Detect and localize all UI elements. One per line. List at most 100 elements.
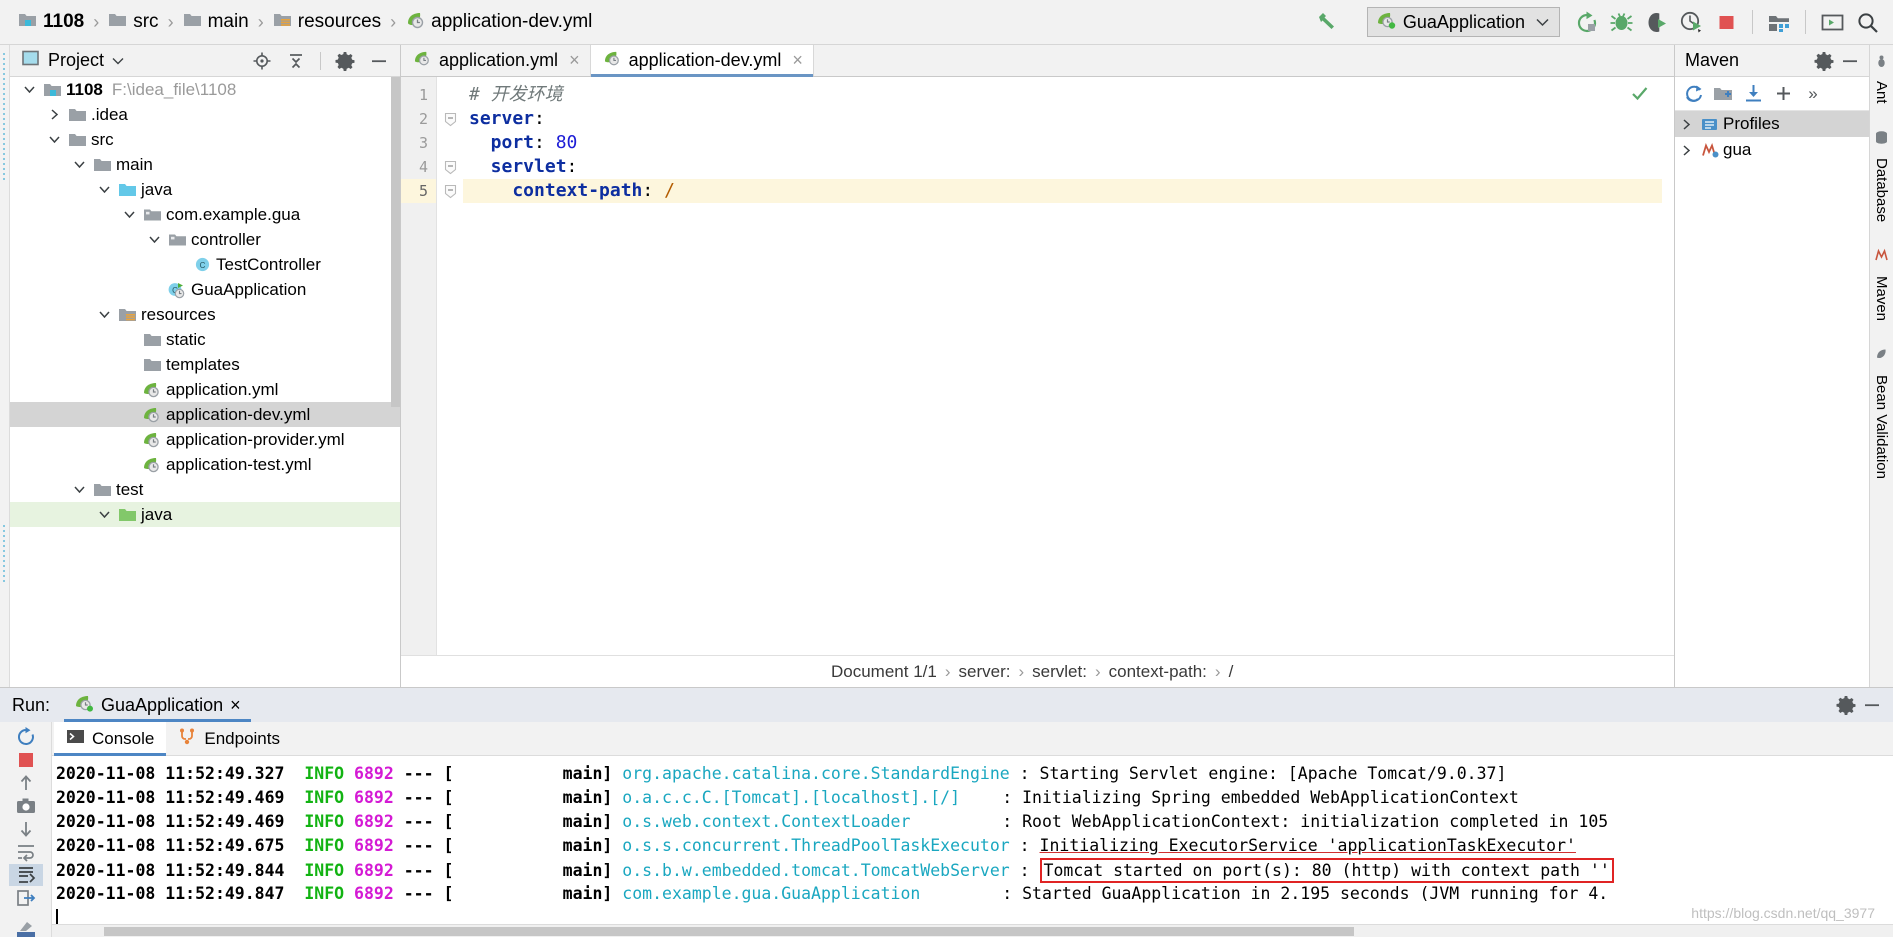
project-tree[interactable]: 1108 F:\idea_file\1108 .idea src main java com… xyxy=(10,77,400,687)
chevron-down-icon[interactable] xyxy=(118,209,140,220)
breadcrumb-item-main[interactable]: main xyxy=(179,9,253,35)
tool-tab-ant[interactable]: Ant xyxy=(1870,75,1893,110)
debug-button[interactable] xyxy=(1605,6,1637,38)
tree-row[interactable]: src xyxy=(10,127,400,152)
code-line[interactable]: server: xyxy=(463,107,1662,131)
chevron-down-icon[interactable] xyxy=(68,159,90,170)
breadcrumb-item[interactable]: context-path: xyxy=(1109,662,1207,682)
run-configuration-selector[interactable]: GuaApplication xyxy=(1366,7,1560,37)
tree-row[interactable]: java xyxy=(10,502,400,527)
fold-collapse-icon[interactable] xyxy=(437,179,463,203)
tool-tab-database[interactable]: Database xyxy=(1870,152,1893,228)
tool-tab-bean-validation[interactable]: Bean Validation xyxy=(1870,369,1893,485)
profiler-button[interactable] xyxy=(1675,6,1707,38)
gear-icon[interactable] xyxy=(1811,49,1837,73)
chevron-down-icon[interactable] xyxy=(93,509,115,520)
run-tab-guaapplication[interactable]: GuaApplication × xyxy=(64,688,251,722)
breadcrumb-item-file[interactable]: application-dev.yml xyxy=(401,9,596,36)
tree-row[interactable]: C GuaApplication xyxy=(10,277,400,302)
chevron-right-icon[interactable] xyxy=(1675,118,1697,130)
breadcrumb-item-src[interactable]: src xyxy=(104,9,162,35)
terminal-button[interactable] xyxy=(1816,6,1848,38)
tab-application-dev-yml[interactable]: application-dev.yml × xyxy=(590,45,814,77)
chevron-right-icon[interactable] xyxy=(43,109,65,120)
tree-row[interactable]: 1108 F:\idea_file\1108 xyxy=(10,77,400,102)
gear-icon[interactable] xyxy=(1833,693,1859,717)
maven-tree-item-gua[interactable]: gua xyxy=(1675,137,1869,163)
close-icon[interactable]: × xyxy=(788,50,803,71)
fold-gutter[interactable] xyxy=(437,77,463,655)
stop-button[interactable] xyxy=(1710,6,1742,38)
database-icon[interactable] xyxy=(1873,128,1891,148)
tab-console[interactable]: Console xyxy=(54,722,167,756)
breadcrumb-item[interactable]: / xyxy=(1229,662,1234,682)
fold-collapse-icon[interactable] xyxy=(437,155,463,179)
scroll-up-icon[interactable] xyxy=(9,772,43,794)
run-with-coverage-button[interactable] xyxy=(1640,6,1672,38)
gear-icon[interactable] xyxy=(332,49,358,73)
hide-icon[interactable] xyxy=(1859,693,1885,717)
screenshot-icon[interactable] xyxy=(9,795,43,817)
fold-collapse-icon[interactable] xyxy=(437,107,463,131)
tree-row[interactable]: java xyxy=(10,177,400,202)
tree-row[interactable]: application-dev.yml xyxy=(10,402,400,427)
inspection-ok-icon[interactable] xyxy=(1631,85,1648,107)
breadcrumb-item-resources[interactable]: resources xyxy=(269,9,385,35)
build-icon[interactable] xyxy=(1311,6,1343,38)
tree-row[interactable]: controller xyxy=(10,227,400,252)
breadcrumb-item[interactable]: Document 1/1 xyxy=(831,662,937,682)
tab-application-yml[interactable]: application.yml × xyxy=(401,45,591,76)
rerun-button[interactable] xyxy=(1570,6,1602,38)
tab-endpoints[interactable]: Endpoints xyxy=(166,722,292,755)
tool-tab-maven[interactable]: Maven xyxy=(1870,270,1893,327)
clear-all-icon[interactable] xyxy=(9,918,43,937)
download-sources-icon[interactable] xyxy=(1739,80,1767,108)
breadcrumb-item[interactable]: servlet: xyxy=(1032,662,1087,682)
collapse-all-icon[interactable] xyxy=(283,49,309,73)
console-horizontal-scrollbar[interactable] xyxy=(52,924,1893,937)
code-line[interactable]: port: 80 xyxy=(463,131,1662,155)
search-everywhere-button[interactable] xyxy=(1851,6,1883,38)
tree-row[interactable]: templates xyxy=(10,352,400,377)
code-line[interactable]: # 开发环境 xyxy=(463,83,1662,107)
chevron-down-icon[interactable] xyxy=(93,309,115,320)
hide-icon[interactable] xyxy=(1837,49,1863,73)
chevron-down-icon[interactable] xyxy=(143,234,165,245)
breadcrumb-item[interactable]: server: xyxy=(959,662,1011,682)
project-structure-button[interactable] xyxy=(1763,6,1795,38)
bean-validation-icon[interactable] xyxy=(1873,345,1891,365)
close-icon[interactable]: × xyxy=(230,695,241,716)
chevron-down-icon[interactable] xyxy=(93,184,115,195)
tree-row[interactable]: application-test.yml xyxy=(10,452,400,477)
tree-row[interactable]: .idea xyxy=(10,102,400,127)
reload-icon[interactable] xyxy=(1679,80,1707,108)
chevron-down-icon[interactable] xyxy=(112,53,124,68)
tree-row[interactable]: static xyxy=(10,327,400,352)
close-icon[interactable]: × xyxy=(565,50,580,71)
project-tree-scrollbar[interactable] xyxy=(391,77,400,407)
tree-row[interactable]: main xyxy=(10,152,400,177)
maven-tree-item-profiles[interactable]: Profiles xyxy=(1675,111,1869,137)
tree-row[interactable]: resources xyxy=(10,302,400,327)
chevron-down-icon[interactable] xyxy=(1536,14,1549,31)
export-icon[interactable] xyxy=(9,887,43,909)
tree-row[interactable]: C TestController xyxy=(10,252,400,277)
console-output[interactable]: 2020-11-08 11:52:49.327 INFO 6892 --- [ … xyxy=(52,756,1893,925)
run-maven-goal-icon[interactable] xyxy=(1769,80,1797,108)
maven-tree[interactable]: Profiles gua xyxy=(1675,111,1869,687)
maven-icon[interactable] xyxy=(1873,246,1891,266)
chevron-down-icon[interactable] xyxy=(68,484,90,495)
tree-row[interactable]: com.example.gua xyxy=(10,202,400,227)
stop-icon[interactable] xyxy=(9,749,43,771)
chevron-down-icon[interactable] xyxy=(18,84,40,95)
add-maven-project-icon[interactable] xyxy=(1709,80,1737,108)
ant-icon[interactable] xyxy=(1873,51,1891,71)
tree-row[interactable]: application-provider.yml xyxy=(10,427,400,452)
chevron-down-icon[interactable] xyxy=(43,134,65,145)
hide-icon[interactable] xyxy=(366,49,392,73)
tree-row[interactable]: application.yml xyxy=(10,377,400,402)
code-editor[interactable]: 12345 # 开发环境 server: port: 80 servlet: co… xyxy=(401,77,1674,655)
breadcrumb-item-module[interactable]: 1108 xyxy=(14,9,88,35)
code-line[interactable]: servlet: xyxy=(463,155,1662,179)
scroll-to-end-icon[interactable] xyxy=(8,864,43,886)
